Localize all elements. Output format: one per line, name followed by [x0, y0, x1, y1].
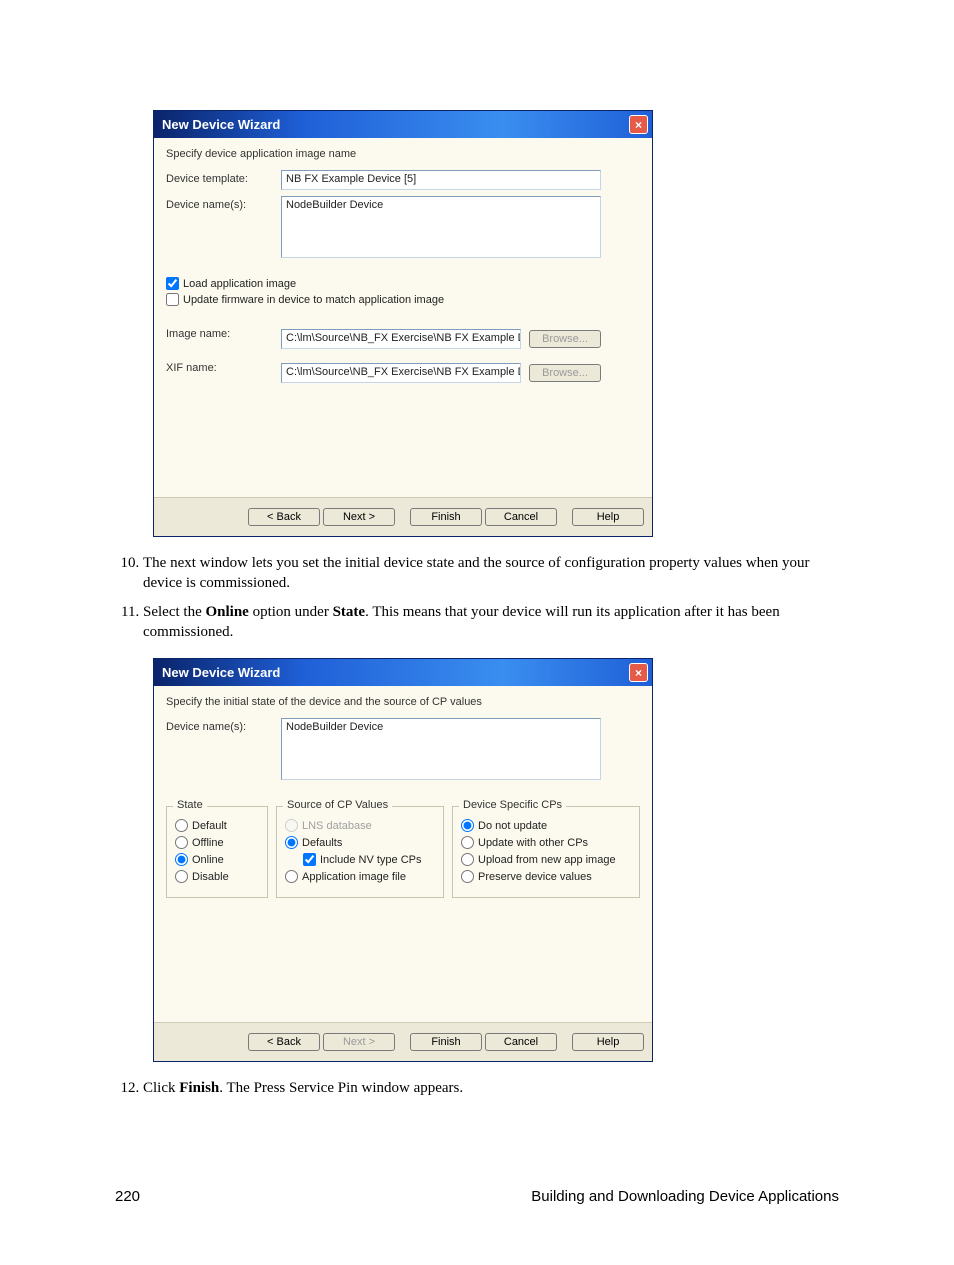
source-cp-group: Source of CP Values LNS database Default…: [276, 806, 444, 898]
browse-row-xif: C:\lm\Source\NB_FX Exercise\NB FX Exampl…: [281, 363, 601, 383]
browse-xif-button: Browse...: [529, 364, 601, 382]
label-device-template: Device template:: [166, 170, 281, 185]
browse-image-button: Browse...: [529, 330, 601, 348]
checkbox-update-firmware-label: Update firmware in device to match appli…: [183, 294, 444, 306]
source-cp-legend: Source of CP Values: [283, 799, 392, 811]
xif-name-input: C:\lm\Source\NB_FX Exercise\NB FX Exampl…: [281, 363, 521, 383]
radio-devcp-upload-new[interactable]: Upload from new app image: [461, 853, 631, 866]
radio-state-default[interactable]: Default: [175, 819, 259, 832]
wizard-button-bar: < Back Next > Finish Cancel Help: [154, 1023, 652, 1061]
row-xif-name: XIF name: C:\lm\Source\NB_FX Exercise\NB…: [166, 359, 640, 387]
help-button[interactable]: Help: [572, 508, 644, 526]
image-name-input: C:\lm\Source\NB_FX Exercise\NB FX Exampl…: [281, 329, 521, 349]
back-button[interactable]: < Back: [248, 1033, 320, 1051]
new-device-wizard-window-1: New Device Wizard × Specify device appli…: [153, 110, 653, 537]
back-button[interactable]: < Back: [248, 508, 320, 526]
window-title: New Device Wizard: [162, 117, 280, 132]
window-title: New Device Wizard: [162, 665, 280, 680]
device-names-input[interactable]: NodeBuilder Device: [281, 196, 601, 258]
instruction-text: Specify the initial state of the device …: [166, 696, 640, 708]
cancel-button[interactable]: Cancel: [485, 1033, 557, 1051]
label-image-name: Image name:: [166, 325, 281, 340]
device-cp-legend: Device Specific CPs: [459, 799, 566, 811]
finish-button[interactable]: Finish: [410, 1033, 482, 1051]
state-group: State Default Offline Online Disable: [166, 806, 268, 898]
radio-devcp-no-update[interactable]: Do not update: [461, 819, 631, 832]
row-device-names: Device name(s): NodeBuilder Device: [166, 196, 640, 258]
xif-name-controls: C:\lm\Source\NB_FX Exercise\NB FX Exampl…: [281, 359, 601, 387]
next-button[interactable]: Next >: [323, 508, 395, 526]
help-button[interactable]: Help: [572, 1033, 644, 1051]
image-name-controls: C:\lm\Source\NB_FX Exercise\NB FX Exampl…: [281, 325, 601, 353]
document-page: New Device Wizard × Specify device appli…: [0, 0, 954, 1265]
label-device-names: Device name(s):: [166, 196, 281, 211]
page-footer: 220 Building and Downloading Device Appl…: [115, 1188, 839, 1205]
checkbox-update-firmware-input[interactable]: [166, 293, 179, 306]
device-template-input[interactable]: NB FX Example Device [5]: [281, 170, 601, 190]
row-device-template: Device template: NB FX Example Device [5…: [166, 170, 640, 190]
radio-source-defaults[interactable]: Defaults: [285, 836, 435, 849]
client-area: Specify the initial state of the device …: [154, 686, 652, 1023]
checkbox-update-firmware[interactable]: Update firmware in device to match appli…: [166, 293, 640, 306]
step-11: Select the Online option under State. Th…: [143, 602, 839, 643]
option-groups: State Default Offline Online Disable Sou…: [166, 796, 640, 898]
label-xif-name: XIF name:: [166, 359, 281, 374]
step-12: Click Finish. The Press Service Pin wind…: [143, 1078, 839, 1098]
checkbox-include-nv[interactable]: Include NV type CPs: [303, 853, 435, 866]
instruction-text: Specify device application image name: [166, 148, 640, 160]
radio-state-online[interactable]: Online: [175, 853, 259, 866]
chapter-title: Building and Downloading Device Applicat…: [531, 1188, 839, 1205]
device-cp-group: Device Specific CPs Do not update Update…: [452, 806, 640, 898]
radio-state-disable[interactable]: Disable: [175, 870, 259, 883]
instruction-list: The next window lets you set the initial…: [115, 553, 839, 642]
next-button: Next >: [323, 1033, 395, 1051]
close-icon[interactable]: ×: [629, 663, 648, 682]
wizard-button-bar: < Back Next > Finish Cancel Help: [154, 498, 652, 536]
radio-devcp-preserve[interactable]: Preserve device values: [461, 870, 631, 883]
instruction-list-2: Click Finish. The Press Service Pin wind…: [115, 1078, 839, 1098]
step-10: The next window lets you set the initial…: [143, 553, 839, 594]
checkbox-load-app-image-label: Load application image: [183, 278, 296, 290]
row-device-names: Device name(s): NodeBuilder Device: [166, 718, 640, 780]
radio-devcp-update-other[interactable]: Update with other CPs: [461, 836, 631, 849]
device-names-input[interactable]: NodeBuilder Device: [281, 718, 601, 780]
radio-source-lns: LNS database: [285, 819, 435, 832]
cancel-button[interactable]: Cancel: [485, 508, 557, 526]
close-icon[interactable]: ×: [629, 115, 648, 134]
checkbox-load-app-image-input[interactable]: [166, 277, 179, 290]
browse-row-image: C:\lm\Source\NB_FX Exercise\NB FX Exampl…: [281, 329, 601, 349]
checkbox-load-app-image[interactable]: Load application image: [166, 277, 640, 290]
titlebar[interactable]: New Device Wizard ×: [154, 659, 652, 686]
page-number: 220: [115, 1188, 140, 1205]
titlebar[interactable]: New Device Wizard ×: [154, 111, 652, 138]
row-image-name: Image name: C:\lm\Source\NB_FX Exercise\…: [166, 325, 640, 353]
new-device-wizard-window-2: New Device Wizard × Specify the initial …: [153, 658, 653, 1062]
radio-state-offline[interactable]: Offline: [175, 836, 259, 849]
state-legend: State: [173, 799, 207, 811]
finish-button[interactable]: Finish: [410, 508, 482, 526]
radio-source-app-image[interactable]: Application image file: [285, 870, 435, 883]
label-device-names: Device name(s):: [166, 718, 281, 733]
client-area: Specify device application image name De…: [154, 138, 652, 498]
